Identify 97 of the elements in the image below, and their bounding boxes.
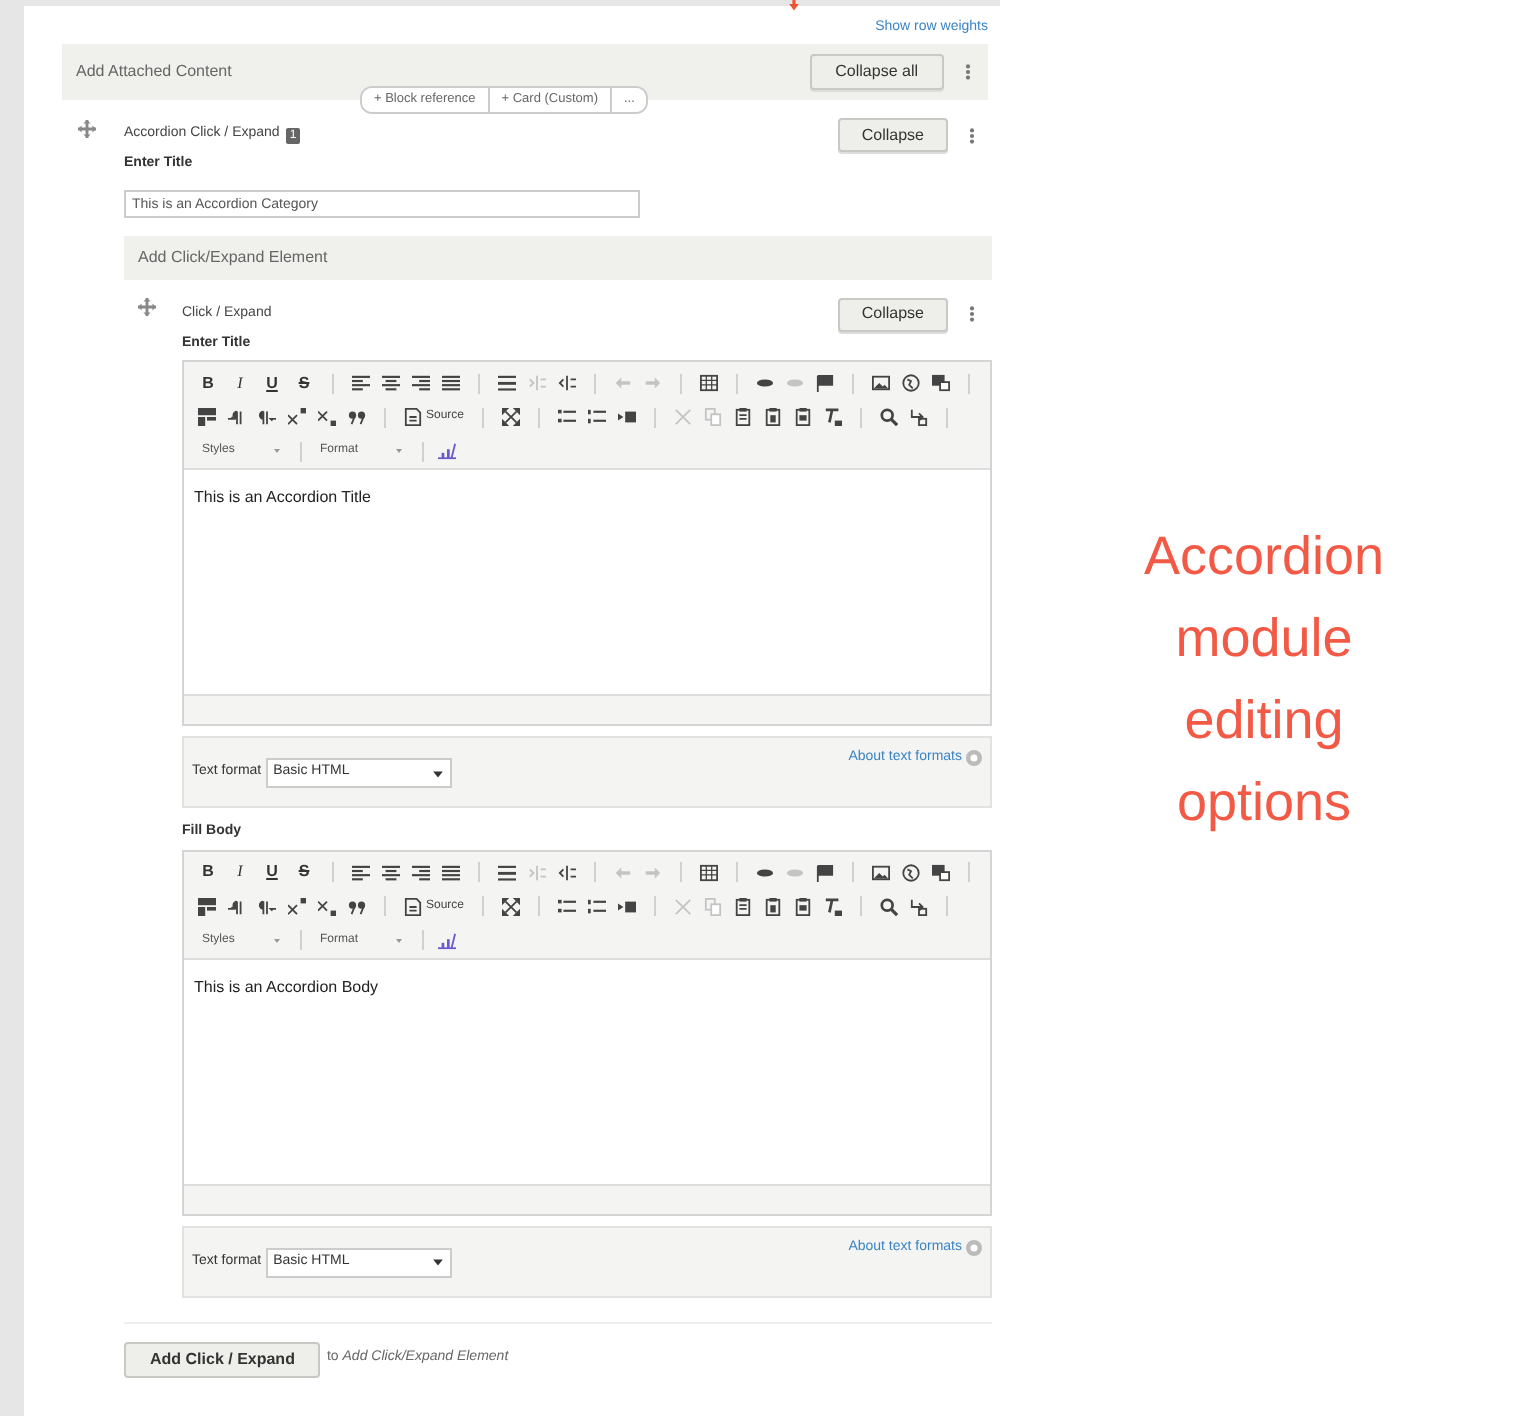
caret-icon xyxy=(431,1256,444,1268)
undo-icon xyxy=(614,374,632,392)
superscript-icon xyxy=(288,408,306,426)
replace-icon xyxy=(910,897,929,915)
justify-icon xyxy=(442,863,460,881)
document-icon xyxy=(404,408,422,426)
image-icon xyxy=(872,863,890,881)
more-icon[interactable] xyxy=(960,60,976,84)
redo-icon xyxy=(644,863,662,881)
caret-icon xyxy=(394,935,404,945)
caret-icon xyxy=(272,935,282,945)
outdent-icon xyxy=(528,374,546,392)
arrow-icon xyxy=(786,0,802,12)
document-icon xyxy=(404,897,422,915)
search-icon xyxy=(880,408,899,426)
horizontal-line-icon xyxy=(498,374,516,392)
align-left-icon xyxy=(352,863,370,881)
blockquote-icon xyxy=(618,408,637,426)
template-icon xyxy=(198,897,216,915)
remove-format-icon xyxy=(824,897,843,915)
subscript-icon xyxy=(318,408,336,426)
flag-icon xyxy=(816,863,834,881)
caret-icon xyxy=(431,767,444,779)
caret-icon xyxy=(272,446,282,456)
blockquote-icon xyxy=(618,897,637,915)
spellcheck-icon xyxy=(438,442,456,460)
toolbar-button[interactable]: B xyxy=(198,864,218,880)
media-icon xyxy=(932,374,950,392)
collapse-button[interactable]: Collapse xyxy=(837,297,948,331)
maximize-icon xyxy=(502,408,521,426)
subscript-icon xyxy=(318,897,336,915)
search-icon xyxy=(880,897,899,915)
section-title: Add Click/Expand Element xyxy=(138,245,328,269)
help-icon[interactable] xyxy=(966,1239,982,1256)
caret-icon xyxy=(394,446,404,456)
replace-icon xyxy=(910,408,929,426)
toolbar-button[interactable]: U xyxy=(262,864,282,880)
rtl-icon xyxy=(258,897,276,915)
collapse-button[interactable]: Collapse xyxy=(837,118,948,152)
paste-icon xyxy=(734,408,753,426)
toolbar-button[interactable]: B xyxy=(198,375,218,391)
template-icon xyxy=(198,408,216,426)
collapse-all-button[interactable]: Collapse all xyxy=(809,54,944,90)
flag-icon xyxy=(816,374,834,392)
superscript-icon xyxy=(288,897,306,915)
drag-handle-icon[interactable] xyxy=(78,120,96,138)
drag-handle-icon[interactable] xyxy=(138,297,156,315)
spellcheck-icon xyxy=(438,931,456,949)
toolbar-button[interactable]: S xyxy=(294,375,314,391)
quote-icon xyxy=(348,897,366,915)
bulleted-list-icon xyxy=(558,897,577,915)
align-right-icon xyxy=(412,374,430,392)
paste-word-icon xyxy=(794,897,813,915)
paste-text-icon xyxy=(764,408,783,426)
toolbar-button[interactable]: S xyxy=(294,864,314,880)
cut-icon xyxy=(674,897,693,915)
paste-text-icon xyxy=(764,897,783,915)
align-right-icon xyxy=(412,863,430,881)
horizontal-line-icon xyxy=(498,863,516,881)
copy-icon xyxy=(704,408,723,426)
ltr-icon xyxy=(228,408,246,426)
remove-format-icon xyxy=(824,408,843,426)
more-icon[interactable] xyxy=(964,302,980,326)
add-click-expand-button[interactable]: Add Click / Expand xyxy=(124,1341,321,1377)
outdent-icon xyxy=(528,863,546,881)
table-icon xyxy=(700,374,718,392)
paste-word-icon xyxy=(794,408,813,426)
rtl-icon xyxy=(258,408,276,426)
table-icon xyxy=(700,863,718,881)
paste-icon xyxy=(734,897,753,915)
align-center-icon xyxy=(382,863,400,881)
media-icon xyxy=(932,863,950,881)
align-left-icon xyxy=(352,374,370,392)
toolbar-button[interactable]: I xyxy=(230,375,250,391)
image-icon xyxy=(872,374,890,392)
toolbar-button[interactable]: I xyxy=(230,864,250,880)
align-center-icon xyxy=(382,374,400,392)
undo-icon xyxy=(614,863,632,881)
editor-text: This is an Accordion Title xyxy=(194,486,373,510)
numbered-list-icon xyxy=(588,897,607,915)
quote-icon xyxy=(348,408,366,426)
annotation-text: Accordion module editing options xyxy=(1141,524,1387,836)
indent-icon xyxy=(558,374,576,392)
copy-icon xyxy=(704,897,723,915)
cut-icon xyxy=(674,408,693,426)
indent-icon xyxy=(558,863,576,881)
maximize-icon xyxy=(502,897,521,915)
justify-icon xyxy=(442,374,460,392)
bulleted-list-icon xyxy=(558,408,577,426)
help-icon[interactable] xyxy=(966,750,982,767)
ltr-icon xyxy=(228,897,246,915)
editor-text: This is an Accordion Body xyxy=(194,975,381,999)
toolbar-button[interactable]: U xyxy=(262,375,282,391)
more-icon[interactable] xyxy=(964,123,980,147)
section-title: Add Attached Content xyxy=(76,60,232,84)
numbered-list-icon xyxy=(588,408,607,426)
redo-icon xyxy=(644,374,662,392)
